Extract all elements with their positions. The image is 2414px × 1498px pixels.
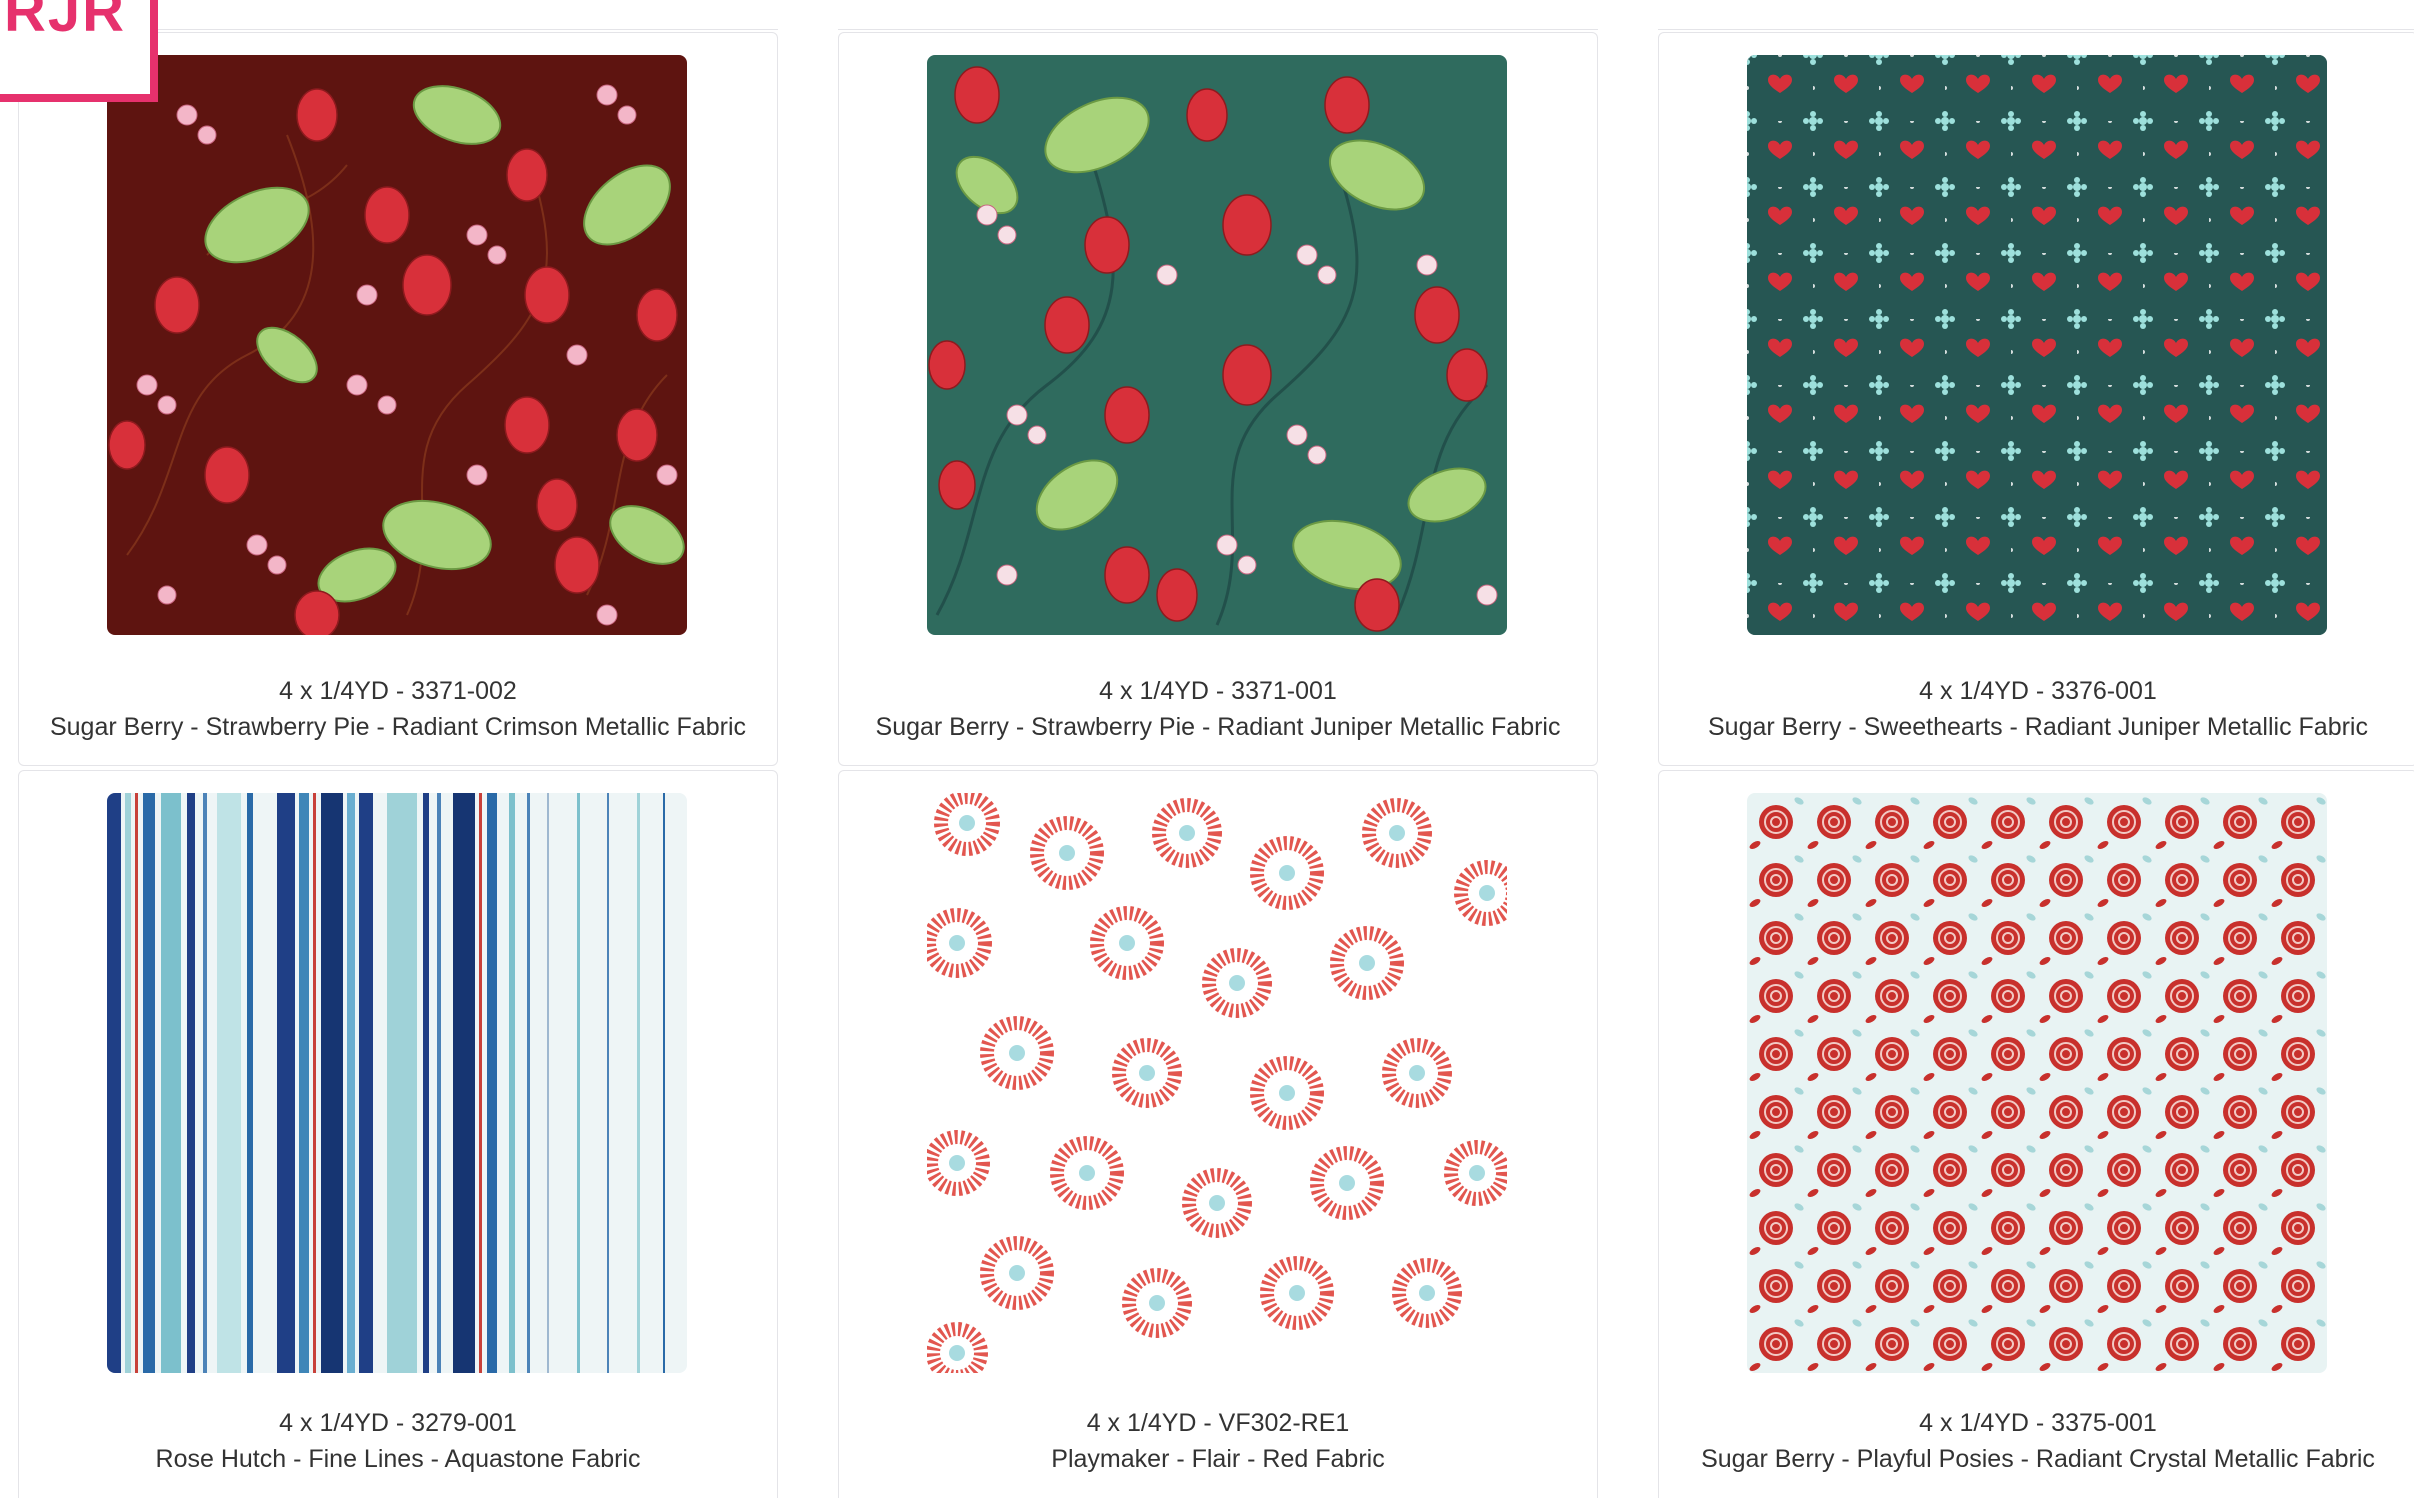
product-card[interactable]: 4 x 1/4YD - VF302-RE1 Playmaker - Flair …: [838, 770, 1598, 1498]
product-name[interactable]: Sugar Berry - Sweethearts - Radiant Juni…: [1659, 713, 2414, 742]
product-sku[interactable]: 4 x 1/4YD - 3279-001: [19, 1409, 777, 1438]
strawberry-crimson-pattern: [107, 55, 687, 635]
product-card[interactable]: 4 x 1/4YD - 3375-001 Sugar Berry - Playf…: [1658, 770, 2414, 1498]
product-card[interactable]: 4 x 1/4YD - 3371-002 Sugar Berry - Straw…: [18, 32, 778, 766]
product-card[interactable]: 4 x 1/4YD - 3279-001 Rose Hutch - Fine L…: [18, 770, 778, 1498]
fabric-swatch-image[interactable]: [107, 55, 687, 635]
product-sku[interactable]: 4 x 1/4YD - 3371-001: [839, 677, 1597, 706]
strawberry-juniper-pattern: [927, 55, 1507, 635]
product-grid-page: RJR 4 x 1/4YD - 3371-002 Sugar Berry - S…: [0, 0, 2414, 1498]
product-card[interactable]: 4 x 1/4YD - 3376-001 Sugar Berry - Sweet…: [1658, 32, 2414, 766]
previous-card-edge: [1658, 0, 2414, 30]
fabric-swatch-image[interactable]: [927, 793, 1507, 1373]
product-name[interactable]: Sugar Berry - Strawberry Pie - Radiant C…: [19, 713, 777, 742]
product-name[interactable]: Sugar Berry - Strawberry Pie - Radiant J…: [839, 713, 1597, 742]
flair-red-pattern: [927, 793, 1507, 1373]
product-name[interactable]: Rose Hutch - Fine Lines - Aquastone Fabr…: [19, 1445, 777, 1474]
product-name[interactable]: Sugar Berry - Playful Posies - Radiant C…: [1659, 1445, 2414, 1474]
fine-lines-aquastone-pattern: [107, 793, 687, 1373]
fabric-swatch-image[interactable]: [107, 793, 687, 1373]
rjr-logo[interactable]: RJR: [0, 0, 158, 102]
product-sku[interactable]: 4 x 1/4YD - 3371-002: [19, 677, 777, 706]
product-sku[interactable]: 4 x 1/4YD - 3376-001: [1659, 677, 2414, 706]
product-sku[interactable]: 4 x 1/4YD - VF302-RE1: [839, 1409, 1597, 1438]
fabric-swatch-image[interactable]: [1747, 55, 2327, 635]
fabric-swatch-image[interactable]: [1747, 793, 2327, 1373]
playful-posies-crystal-pattern: [1747, 793, 2327, 1373]
logo-text: RJR: [4, 0, 127, 44]
product-card[interactable]: 4 x 1/4YD - 3371-001 Sugar Berry - Straw…: [838, 32, 1598, 766]
product-sku[interactable]: 4 x 1/4YD - 3375-001: [1659, 1409, 2414, 1438]
product-name[interactable]: Playmaker - Flair - Red Fabric: [839, 1445, 1597, 1474]
fabric-swatch-image[interactable]: [927, 55, 1507, 635]
previous-card-edge: [838, 0, 1598, 30]
sweethearts-juniper-pattern: [1747, 55, 2327, 635]
